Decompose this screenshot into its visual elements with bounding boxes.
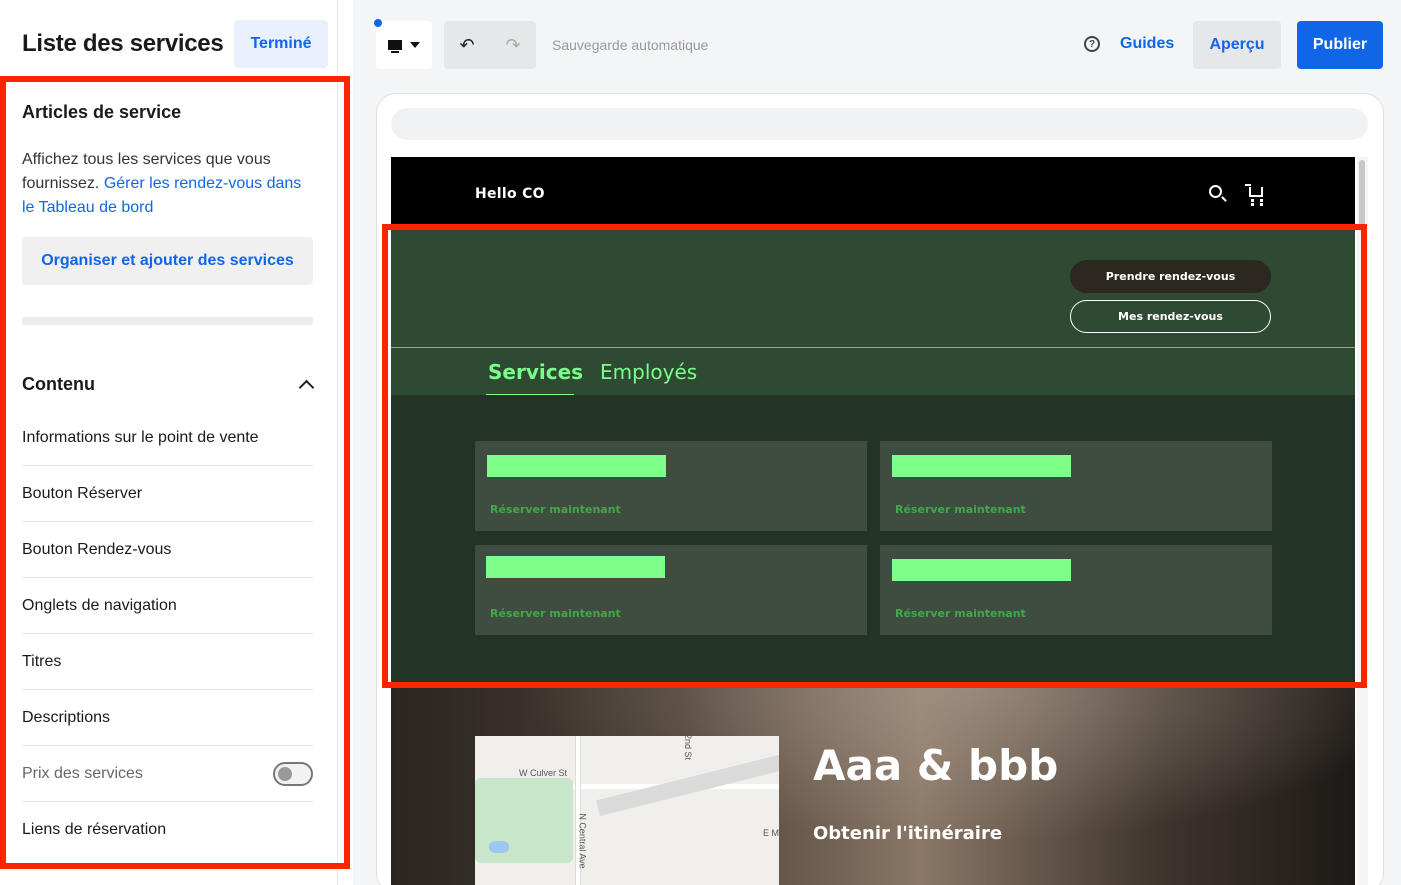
location-map[interactable]: W Culver St N Central Ave 2nd St E M — [475, 736, 779, 885]
service-name-placeholder — [487, 455, 666, 477]
done-button[interactable]: Terminé — [234, 20, 328, 68]
preview-button[interactable]: Aperçu — [1193, 21, 1281, 69]
search-icon[interactable] — [1209, 185, 1222, 198]
service-cards: Réserver maintenant Réserver maintenant … — [391, 395, 1355, 685]
content-item-titles[interactable]: Titres — [22, 634, 313, 690]
service-card[interactable]: Réserver maintenant — [880, 545, 1272, 635]
guides-link[interactable]: Guides — [1120, 35, 1174, 53]
location-hero: W Culver St N Central Ave 2nd St E M Aaa… — [391, 685, 1355, 885]
publish-button[interactable]: Publier — [1297, 21, 1383, 69]
cart-icon[interactable] — [1245, 184, 1263, 203]
scrollbar-track[interactable] — [1357, 157, 1368, 885]
chevron-up-icon[interactable] — [299, 377, 313, 391]
service-card[interactable]: Réserver maintenant — [880, 441, 1272, 531]
book-now-link[interactable]: Réserver maintenant — [895, 503, 1026, 516]
book-now-link[interactable]: Réserver maintenant — [490, 503, 621, 516]
redo-icon[interactable]: ↷ — [505, 35, 520, 56]
tab-employees[interactable]: Employés — [600, 360, 697, 384]
service-prices-toggle[interactable] — [273, 761, 313, 786]
content-item-location-info[interactable]: Informations sur le point de vente — [22, 410, 313, 466]
site-header: Hello CO — [391, 157, 1355, 225]
tab-services[interactable]: Services — [485, 360, 583, 397]
content-item-service-prices: Prix des services — [22, 746, 313, 802]
content-item-booking-links[interactable]: Liens de réservation — [22, 802, 313, 858]
service-name-placeholder — [892, 455, 1071, 477]
location-title: Aaa & bbb — [813, 741, 1059, 790]
scrollbar-thumb[interactable] — [1359, 160, 1365, 230]
book-appointment-button[interactable]: Prendre rendez-vous — [1070, 260, 1271, 293]
section-title: Articles de service — [22, 102, 182, 122]
map-label: 2nd St — [683, 736, 694, 761]
content-item-descriptions[interactable]: Descriptions — [22, 690, 313, 746]
organize-services-button[interactable]: Organiser et ajouter des services — [22, 237, 313, 285]
service-name-placeholder — [892, 559, 1071, 581]
service-tabs: Services Employés — [391, 347, 1355, 397]
content-list: Informations sur le point de vente Bouto… — [22, 410, 313, 858]
item-label: Onglets de navigation — [22, 596, 177, 614]
service-name-placeholder — [486, 556, 665, 578]
desktop-icon — [388, 40, 402, 53]
map-label: N Central Ave — [577, 813, 588, 869]
help-icon[interactable]: ? — [1084, 36, 1100, 52]
undo-icon[interactable]: ↶ — [459, 35, 474, 56]
panel-title: Liste des services — [22, 30, 224, 57]
autosave-status: Sauvegarde automatique — [552, 37, 709, 53]
item-label: Descriptions — [22, 708, 111, 726]
section-description: Affichez tous les services que vous four… — [22, 148, 312, 220]
item-label: Bouton Réserver — [22, 484, 143, 502]
service-card[interactable]: Réserver maintenant — [475, 545, 867, 635]
booking-header: Prendre rendez-vous Mes rendez-vous — [391, 225, 1355, 347]
content-item-navigation-tabs[interactable]: Onglets de navigation — [22, 578, 313, 634]
map-label: E M — [763, 828, 779, 838]
book-now-link[interactable]: Réserver maintenant — [490, 607, 621, 620]
map-label: W Culver St — [519, 768, 568, 778]
item-label: Informations sur le point de vente — [22, 428, 259, 446]
book-now-link[interactable]: Réserver maintenant — [895, 607, 1026, 620]
site-brand[interactable]: Hello CO — [475, 186, 545, 202]
service-card[interactable]: Réserver maintenant — [475, 441, 867, 531]
content-item-book-button[interactable]: Bouton Réserver — [22, 466, 313, 522]
caret-down-icon — [410, 42, 420, 48]
divider — [22, 317, 313, 325]
site-preview: Hello CO Prendre rendez-vous Mes rendez-… — [391, 157, 1355, 885]
url-bar — [391, 108, 1368, 140]
item-label: Prix des services — [22, 764, 143, 782]
item-label: Bouton Rendez-vous — [22, 540, 172, 558]
map-water — [489, 841, 509, 853]
content-title: Contenu — [22, 373, 95, 394]
my-appointments-button[interactable]: Mes rendez-vous — [1070, 300, 1271, 333]
undo-redo-group: ↶ ↷ — [444, 21, 536, 69]
item-label: Liens de réservation — [22, 821, 167, 838]
content-item-appointment-button[interactable]: Bouton Rendez-vous — [22, 522, 313, 578]
directions-link[interactable]: Obtenir l'itinéraire — [813, 823, 1002, 844]
settings-panel: Liste des services Terminé Articles de s… — [0, 0, 338, 885]
panel-header: Liste des services Terminé — [22, 20, 328, 68]
notification-dot — [374, 19, 382, 27]
item-label: Titres — [22, 652, 62, 670]
content-section-header[interactable]: Contenu — [22, 370, 313, 398]
device-selector[interactable] — [376, 21, 432, 69]
